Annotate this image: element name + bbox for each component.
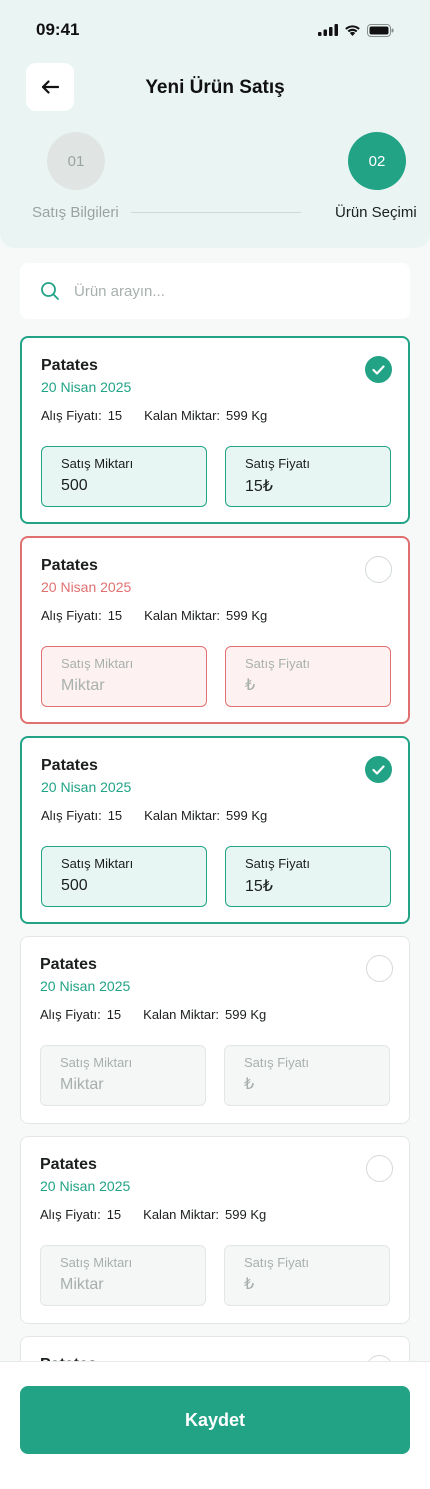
step-1-label: Satış Bilgileri — [32, 204, 119, 221]
sale-price-field[interactable]: Satış Fiyatı — [225, 646, 391, 707]
product-name: Patates — [41, 557, 98, 574]
sale-price-input[interactable] — [245, 477, 375, 495]
sale-price-label: Satış Fiyatı — [245, 456, 311, 471]
product-name: Patates — [41, 357, 98, 374]
product-date: 20 Nisan 2025 — [41, 579, 132, 595]
page-title: Yeni Ürün Satış — [145, 77, 285, 98]
purchase-price-value: 15 — [107, 608, 123, 623]
footer: Kaydet — [0, 1361, 430, 1489]
signal-icon — [318, 24, 338, 36]
select-checkbox[interactable] — [365, 556, 392, 583]
product-name: Patates — [40, 956, 97, 973]
wifi-icon — [345, 25, 360, 36]
product-card[interactable]: Patates 20 Nisan 2025 Alış Fiyatı: 15 Ka… — [20, 1136, 410, 1324]
sale-quantity-label: Satış Miktarı — [61, 856, 134, 871]
remaining-value: 599 Kg — [225, 1007, 267, 1022]
sale-price-field[interactable]: Satış Fiyatı — [225, 846, 391, 907]
product-date: 20 Nisan 2025 — [41, 779, 132, 795]
sale-quantity-field[interactable]: Satış Miktarı — [41, 646, 207, 707]
sale-quantity-label: Satış Miktarı — [60, 1055, 133, 1070]
remaining-value: 599 Kg — [226, 608, 268, 623]
sale-price-label: Satış Fiyatı — [244, 1055, 310, 1070]
remaining-label: Kalan Miktar: — [144, 608, 221, 623]
sale-price-input[interactable] — [244, 1076, 374, 1094]
step-connector — [131, 212, 301, 213]
product-name: Patates — [40, 1156, 97, 1173]
product-card[interactable]: Patates 20 Nisan 2025 Alış Fiyatı: 15 Ka… — [20, 936, 410, 1124]
purchase-price-label: Alış Fiyatı: — [41, 408, 102, 423]
sale-quantity-field[interactable]: Satış Miktarı — [40, 1245, 206, 1306]
sale-price-input[interactable] — [244, 1276, 374, 1294]
status-bar: 09:41 — [36, 18, 394, 42]
sale-quantity-input[interactable] — [61, 677, 191, 695]
search-input[interactable] — [74, 282, 374, 300]
search-icon — [41, 282, 59, 300]
purchase-price-value: 15 — [107, 808, 123, 823]
select-checkbox[interactable] — [366, 955, 393, 982]
product-date: 20 Nisan 2025 — [40, 978, 131, 994]
sale-quantity-label: Satış Miktarı — [61, 656, 134, 671]
status-time: 09:41 — [36, 20, 80, 39]
sale-quantity-input[interactable] — [61, 877, 191, 895]
purchase-price-label: Alış Fiyatı: — [41, 808, 102, 823]
sale-price-input[interactable] — [245, 877, 375, 895]
remaining-value: 599 Kg — [226, 408, 268, 423]
select-checkbox[interactable] — [365, 356, 392, 383]
product-date: 20 Nisan 2025 — [41, 379, 132, 395]
sale-quantity-input[interactable] — [61, 477, 191, 495]
remaining-value: 599 Kg — [226, 808, 268, 823]
sale-price-label: Satış Fiyatı — [244, 1255, 310, 1270]
stepper: 01 02 Satış Bilgileri Ürün Seçimi — [0, 132, 430, 232]
purchase-price-label: Alış Fiyatı: — [41, 608, 102, 623]
remaining-value: 599 Kg — [225, 1207, 267, 1222]
sale-price-label: Satış Fiyatı — [245, 856, 311, 871]
battery-icon — [367, 23, 394, 37]
remaining-label: Kalan Miktar: — [143, 1207, 220, 1222]
sale-quantity-field[interactable]: Satış Miktarı — [40, 1045, 206, 1106]
product-card[interactable]: Patates 20 Nisan 2025 Alış Fiyatı: 15 Ka… — [20, 736, 410, 924]
product-card[interactable]: Patates 20 Nisan 2025 Alış Fiyatı: 15 Ka… — [20, 536, 410, 724]
purchase-price-value: 15 — [106, 1207, 122, 1222]
sale-quantity-label: Satış Miktarı — [60, 1255, 133, 1270]
check-icon — [372, 364, 385, 375]
product-card[interactable]: Patates 20 Nisan 2025 Alış Fiyatı: 15 Ka… — [20, 336, 410, 524]
sale-quantity-field[interactable]: Satış Miktarı — [41, 446, 207, 507]
step-2-label: Ürün Seçimi — [335, 204, 417, 221]
sale-quantity-label: Satış Miktarı — [61, 456, 134, 471]
save-button[interactable]: Kaydet — [20, 1386, 410, 1454]
sale-quantity-input[interactable] — [60, 1276, 190, 1294]
purchase-price-value: 15 — [107, 408, 123, 423]
purchase-price-label: Alış Fiyatı: — [40, 1007, 101, 1022]
select-checkbox[interactable] — [365, 756, 392, 783]
header: 09:41 Yeni Ürün Satış 01 02 Satış Bilgil… — [0, 0, 430, 248]
step-2-circle[interactable]: 02 — [348, 132, 406, 190]
sale-price-field[interactable]: Satış Fiyatı — [225, 446, 391, 507]
sale-quantity-input[interactable] — [60, 1076, 190, 1094]
product-date: 20 Nisan 2025 — [40, 1178, 131, 1194]
select-checkbox[interactable] — [366, 1155, 393, 1182]
search-bar — [20, 263, 410, 319]
sale-price-input[interactable] — [245, 677, 375, 695]
remaining-label: Kalan Miktar: — [144, 408, 221, 423]
remaining-label: Kalan Miktar: — [143, 1007, 220, 1022]
check-icon — [372, 764, 385, 775]
remaining-label: Kalan Miktar: — [144, 808, 221, 823]
purchase-price-label: Alış Fiyatı: — [40, 1207, 101, 1222]
sale-price-label: Satış Fiyatı — [245, 656, 311, 671]
sale-quantity-field[interactable]: Satış Miktarı — [41, 846, 207, 907]
purchase-price-value: 15 — [106, 1007, 122, 1022]
sale-price-field[interactable]: Satış Fiyatı — [224, 1245, 390, 1306]
product-name: Patates — [41, 757, 98, 774]
step-1-circle[interactable]: 01 — [47, 132, 105, 190]
sale-price-field[interactable]: Satış Fiyatı — [224, 1045, 390, 1106]
